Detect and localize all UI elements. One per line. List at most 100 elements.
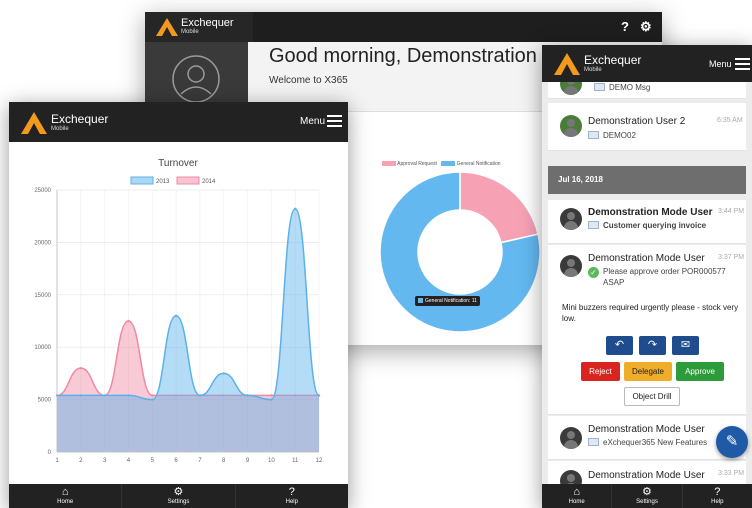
x-tick-label: 4: [127, 458, 131, 464]
hamburger-icon[interactable]: [327, 115, 342, 127]
sender-name: Demonstration User 2: [588, 116, 686, 127]
tab-settings[interactable]: ⚙ Settings: [612, 484, 683, 508]
data-point: [127, 319, 130, 323]
turnover-chart: Turnover 2013 2014 0 5000 10000 15000 20000 2500…: [34, 158, 323, 464]
sender-name: Demonstration Mode User: [588, 424, 705, 435]
envelope-icon: ✉: [680, 339, 691, 351]
gear-icon: ⚙: [642, 486, 652, 498]
date-header: Jul 16, 2018: [548, 166, 746, 194]
data-point: [79, 366, 83, 370]
phone-header: Exchequer Mobile Menu: [542, 45, 752, 82]
donut-legend: Approval Request General Notification: [382, 161, 501, 167]
compose-button[interactable]: ✎: [716, 426, 748, 458]
x-tick-label: 1: [55, 458, 59, 464]
home-icon: ⌂: [573, 486, 580, 498]
x-tick-label: 6: [174, 458, 178, 464]
phone-turnover: Exchequer Mobile Menu Turnover 2013 2014 0 5…: [9, 102, 348, 508]
data-point: [127, 394, 130, 397]
phone-messages: DEMO Msg Demonstration User 2 6:35 AM DE…: [542, 45, 752, 508]
legend-swatch: [130, 176, 154, 185]
data-point: [246, 394, 249, 397]
message-time: 3:33 PM: [718, 470, 745, 477]
welcome-text: Welcome to X365: [269, 75, 348, 86]
message-subject-line1: Please approve order POR000577: [603, 267, 726, 276]
envelope-icon: [594, 83, 605, 91]
gear-icon: ⚙: [173, 486, 184, 498]
help-icon: ?: [288, 486, 295, 498]
legend-label: 2013: [156, 179, 170, 185]
help-icon: ?: [714, 486, 721, 498]
avatar: [560, 208, 582, 230]
data-point: [79, 394, 83, 397]
legend-label: 2014: [202, 179, 216, 185]
data-point: [317, 394, 321, 397]
message-body: Mini buzzers required urgently please - …: [562, 303, 739, 323]
sender-name: Demonstration Mode User: [588, 470, 705, 481]
message-subject: Customer querying invoice: [588, 221, 706, 230]
tab-home[interactable]: ⌂ Home: [542, 484, 613, 508]
menu-label[interactable]: Menu: [300, 116, 325, 127]
gear-icon[interactable]: ⚙: [640, 19, 652, 35]
menu-label[interactable]: Menu: [709, 59, 732, 69]
reply-button[interactable]: ↶: [606, 336, 633, 355]
forward-button[interactable]: ↷: [639, 336, 666, 355]
hamburger-icon[interactable]: [735, 58, 750, 70]
delegate-button[interactable]: Delegate: [624, 362, 672, 381]
tab-settings[interactable]: ⚙ Settings: [122, 484, 236, 508]
envelope-icon: [588, 438, 599, 446]
data-point: [151, 394, 154, 397]
y-tick-label: 5000: [38, 398, 52, 404]
envelope-icon: [588, 221, 599, 229]
reply-icon: ↶: [614, 339, 625, 351]
object-drill-button[interactable]: Object Drill: [624, 387, 680, 406]
donut-tooltip: General Notification: 11: [415, 296, 480, 306]
email-button[interactable]: ✉: [672, 336, 699, 355]
tab-bar: ⌂ Home ⚙ Settings ? Help: [542, 484, 752, 508]
x-tick-label: 11: [292, 458, 299, 464]
y-tick-label: 0: [48, 450, 52, 456]
help-icon[interactable]: ?: [621, 19, 629, 34]
message-subject: DEMO02: [588, 131, 636, 140]
y-tick-label: 15000: [34, 293, 51, 299]
pencil-icon: ✎: [725, 433, 739, 450]
x-tick-label: 12: [316, 458, 323, 464]
data-point: [198, 394, 202, 397]
data-point: [293, 207, 297, 211]
greeting-text: Good morning, Demonstration Us: [269, 45, 567, 67]
x-tick-label: 7: [198, 458, 202, 464]
expanded-message: Demonstration Mode User 3:37 PM ✓ Please…: [548, 245, 746, 415]
series-area-2013: [57, 208, 319, 452]
x-tick-label: 9: [246, 458, 250, 464]
data-point: [151, 398, 154, 401]
y-tick-label: 10000: [34, 345, 51, 351]
tab-home[interactable]: ⌂ Home: [9, 484, 123, 508]
logo-area: Exchequer Mobile: [145, 12, 253, 42]
y-tick-label: 25000: [34, 188, 51, 194]
data-point: [222, 372, 225, 375]
message-time: 3:37 PM: [718, 254, 745, 261]
message-subject: DEMO Msg: [594, 83, 650, 92]
phone-header: Exchequer Mobile Menu: [9, 102, 348, 142]
tab-bar: ⌂ Home ⚙ Settings ? Help: [9, 484, 348, 508]
data-point: [270, 394, 273, 397]
message-subject: eXchequer365 New Features: [588, 438, 707, 447]
list-item[interactable]: Demonstration Mode User 3:44 PM Customer…: [548, 200, 746, 244]
message-subject-line2: ASAP: [603, 278, 625, 287]
y-tick-label: 20000: [34, 240, 51, 246]
donut-chart: [379, 171, 541, 333]
chart-title: Turnover: [158, 158, 198, 169]
sender-name: Demonstration Mode User: [588, 207, 713, 218]
x-tick-label: 10: [268, 458, 275, 464]
approve-button[interactable]: Approve: [676, 362, 724, 381]
data-point: [270, 398, 273, 401]
list-item[interactable]: Demonstration User 2 6:35 AM DEMO02: [548, 103, 746, 151]
user-avatar-icon: [172, 55, 220, 103]
envelope-icon: [588, 131, 599, 139]
forward-icon: ↷: [647, 339, 658, 351]
tab-help[interactable]: ? Help: [683, 484, 752, 508]
x-tick-label: 2: [79, 458, 83, 464]
avatar: [560, 115, 582, 137]
home-icon: ⌂: [61, 486, 69, 498]
tab-help[interactable]: ? Help: [236, 484, 348, 508]
reject-button[interactable]: Reject: [581, 362, 620, 381]
